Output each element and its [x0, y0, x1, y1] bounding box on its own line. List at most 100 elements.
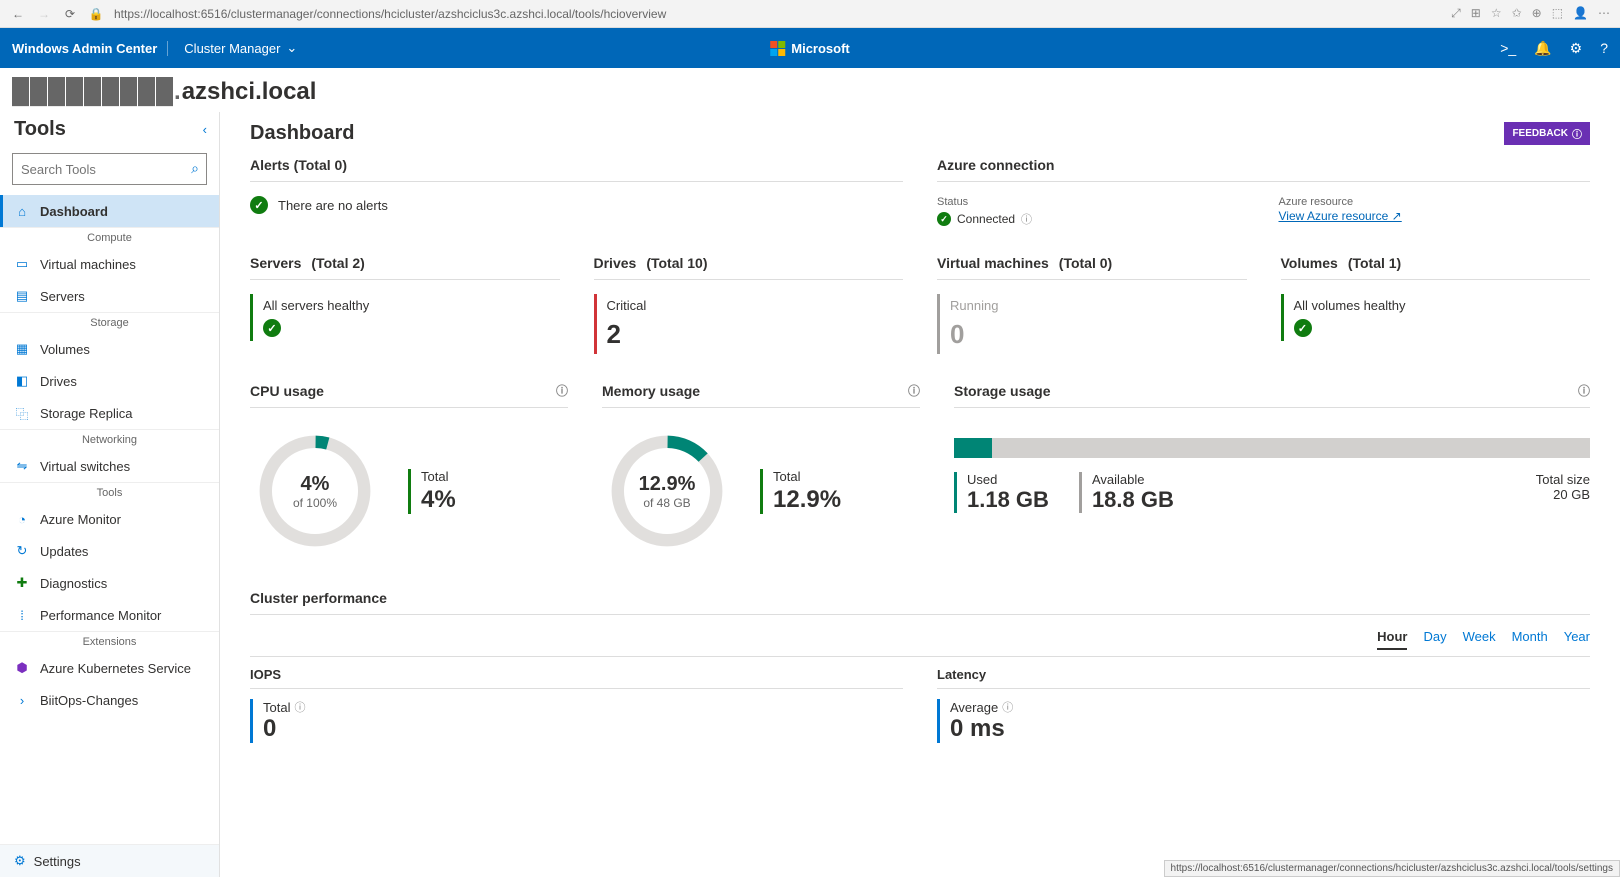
info-icon: ⓘ — [1572, 126, 1582, 141]
microsoft-logo-icon — [770, 41, 785, 56]
tile-value: 0 — [950, 319, 1247, 350]
collections-icon[interactable]: ⊕ — [1532, 6, 1542, 21]
profile-icon[interactable]: 👤 — [1573, 6, 1588, 21]
tile-label: All volumes healthy — [1294, 298, 1591, 313]
iops-label: Total — [263, 700, 290, 715]
diagnostics-icon: ✚ — [14, 575, 30, 591]
cluster-name-value: azshci.local — [182, 78, 317, 105]
favorites-icon[interactable]: ✩ — [1512, 6, 1522, 21]
back-icon[interactable]: ← — [10, 7, 26, 21]
info-icon[interactable]: ⓘ — [908, 382, 920, 399]
latency-value: 0 ms — [950, 715, 1590, 743]
search-tools[interactable]: ⌕ — [12, 153, 207, 185]
tab-year[interactable]: Year — [1564, 629, 1590, 650]
cpu-side-label: Total — [421, 469, 456, 484]
collapse-sidebar-icon[interactable]: ‹ — [203, 122, 207, 137]
address-bar[interactable]: https://localhost:6516/clustermanager/co… — [114, 7, 1441, 21]
latency-title: Latency — [937, 667, 1590, 689]
menu-icon[interactable]: ⋯ — [1598, 6, 1610, 21]
sidebar-item-label: Volumes — [40, 342, 90, 357]
sidebar-item-performance-monitor[interactable]: ⁞ Performance Monitor — [0, 599, 219, 631]
console-icon[interactable]: >_ — [1500, 40, 1516, 56]
usage-title: Memory usage — [602, 383, 700, 399]
memory-pct: 12.9% — [639, 473, 696, 496]
main-content: Dashboard FEEDBACK ⓘ Alerts (Total 0) ✓ … — [220, 112, 1620, 877]
ext-icon[interactable]: ⬚ — [1552, 6, 1563, 21]
sidebar-item-volumes[interactable]: ▦ Volumes — [0, 333, 219, 365]
ext-icon[interactable]: ⊞ — [1471, 6, 1481, 21]
memory-sub: of 48 GB — [643, 496, 690, 510]
check-icon: ✓ — [250, 196, 268, 214]
sidebar-footer-label: Settings — [34, 854, 81, 869]
ext-icon[interactable]: ☆ — [1491, 6, 1502, 21]
tab-month[interactable]: Month — [1512, 629, 1548, 650]
sidebar-item-virtual-switches[interactable]: ⇋ Virtual switches — [0, 450, 219, 482]
gear-icon[interactable]: ⚙ — [1570, 40, 1583, 57]
info-icon[interactable]: ⓘ — [1578, 382, 1590, 399]
sidebar-item-updates[interactable]: ↻ Updates — [0, 535, 219, 567]
sidebar-item-servers[interactable]: ▤ Servers — [0, 280, 219, 312]
sidebar-item-azure-monitor[interactable]: ◔ Azure Monitor — [0, 503, 219, 535]
sidebar-item-virtual-machines[interactable]: ▭ Virtual machines — [0, 248, 219, 280]
app-header: Windows Admin Center Cluster Manager ⌄ M… — [0, 28, 1620, 68]
tile-label: All servers healthy — [263, 298, 560, 313]
chevron-down-icon: ⌄ — [286, 40, 297, 56]
tab-week[interactable]: Week — [1463, 629, 1496, 650]
search-icon: ⌕ — [191, 160, 199, 177]
storage-total-label: Total size — [1536, 472, 1590, 487]
updates-icon: ↻ — [14, 543, 30, 559]
servers-icon: ▤ — [14, 288, 30, 304]
storage-bar-chart — [954, 438, 1590, 458]
home-icon: ⌂ — [14, 203, 30, 219]
azure-status-label: Status — [937, 196, 1249, 208]
browser-right-icons: ⤢ ⊞ ☆ ✩ ⊕ ⬚ 👤 ⋯ — [1451, 6, 1610, 21]
cpu-usage-card: CPU usageⓘ 4% of 100% Total — [250, 382, 568, 556]
sidebar-item-diagnostics[interactable]: ✚ Diagnostics — [0, 567, 219, 599]
tile-title: Virtual machines — [937, 255, 1049, 271]
switch-icon: ⇋ — [14, 458, 30, 474]
tab-day[interactable]: Day — [1423, 629, 1446, 650]
feedback-button[interactable]: FEEDBACK ⓘ — [1504, 122, 1590, 145]
info-icon[interactable]: ⓘ — [1021, 211, 1032, 227]
volumes-tile[interactable]: Volumes(Total 1) All volumes healthy ✓ — [1281, 255, 1591, 354]
storage-used-val: 1.18 GB — [967, 487, 1049, 513]
tab-hour[interactable]: Hour — [1377, 629, 1407, 650]
brand[interactable]: Windows Admin Center — [12, 41, 168, 56]
azure-resource-label: Azure resource — [1279, 196, 1591, 208]
vms-tile[interactable]: Virtual machines(Total 0) Running 0 — [937, 255, 1247, 354]
azure-status-value: Connected — [957, 212, 1015, 226]
notifications-icon[interactable]: 🔔 — [1534, 40, 1551, 57]
search-input[interactable] — [12, 153, 207, 185]
forward-icon[interactable]: → — [36, 7, 52, 21]
info-icon[interactable]: ⓘ — [556, 382, 568, 399]
refresh-icon[interactable]: ⟳ — [62, 7, 78, 21]
check-icon: ✓ — [263, 319, 281, 337]
info-icon[interactable]: ⓘ — [294, 699, 305, 715]
sidebar-item-label: Virtual switches — [40, 459, 130, 474]
sidebar-item-settings[interactable]: ⚙ Settings — [0, 844, 219, 877]
azure-resource-link[interactable]: View Azure resource ↗ — [1279, 209, 1402, 223]
sidebar-item-dashboard[interactable]: ⌂ Dashboard — [0, 195, 219, 227]
info-icon[interactable]: ⓘ — [1002, 699, 1013, 715]
sidebar-item-label: Azure Kubernetes Service — [40, 661, 191, 676]
context-label: Cluster Manager — [184, 41, 280, 56]
sidebar-item-aks[interactable]: ⬢ Azure Kubernetes Service — [0, 652, 219, 684]
cpu-sub: of 100% — [293, 496, 337, 510]
sidebar-item-biitops[interactable]: › BiitOps-Changes — [0, 684, 219, 716]
header-center-text: Microsoft — [791, 41, 850, 56]
browser-chrome: ← → ⟳ 🔒 https://localhost:6516/clusterma… — [0, 0, 1620, 28]
ext-icon[interactable]: ⤢ — [1451, 6, 1461, 21]
help-icon[interactable]: ? — [1600, 40, 1608, 56]
check-icon: ✓ — [937, 212, 951, 226]
drives-tile[interactable]: Drives(Total 10) Critical 2 — [594, 255, 904, 354]
sidebar-item-label: BiitOps-Changes — [40, 693, 138, 708]
feedback-label: FEEDBACK — [1512, 128, 1568, 139]
context-dropdown[interactable]: Cluster Manager ⌄ — [178, 40, 297, 56]
servers-tile[interactable]: Servers(Total 2) All servers healthy ✓ — [250, 255, 560, 354]
tile-title: Drives — [594, 255, 637, 271]
sidebar-item-storage-replica[interactable]: ⿻ Storage Replica — [0, 397, 219, 429]
alerts-title: Alerts (Total 0) — [250, 157, 903, 182]
tile-value: 2 — [607, 319, 904, 350]
sidebar-item-label: Virtual machines — [40, 257, 136, 272]
sidebar-item-drives[interactable]: ◧ Drives — [0, 365, 219, 397]
